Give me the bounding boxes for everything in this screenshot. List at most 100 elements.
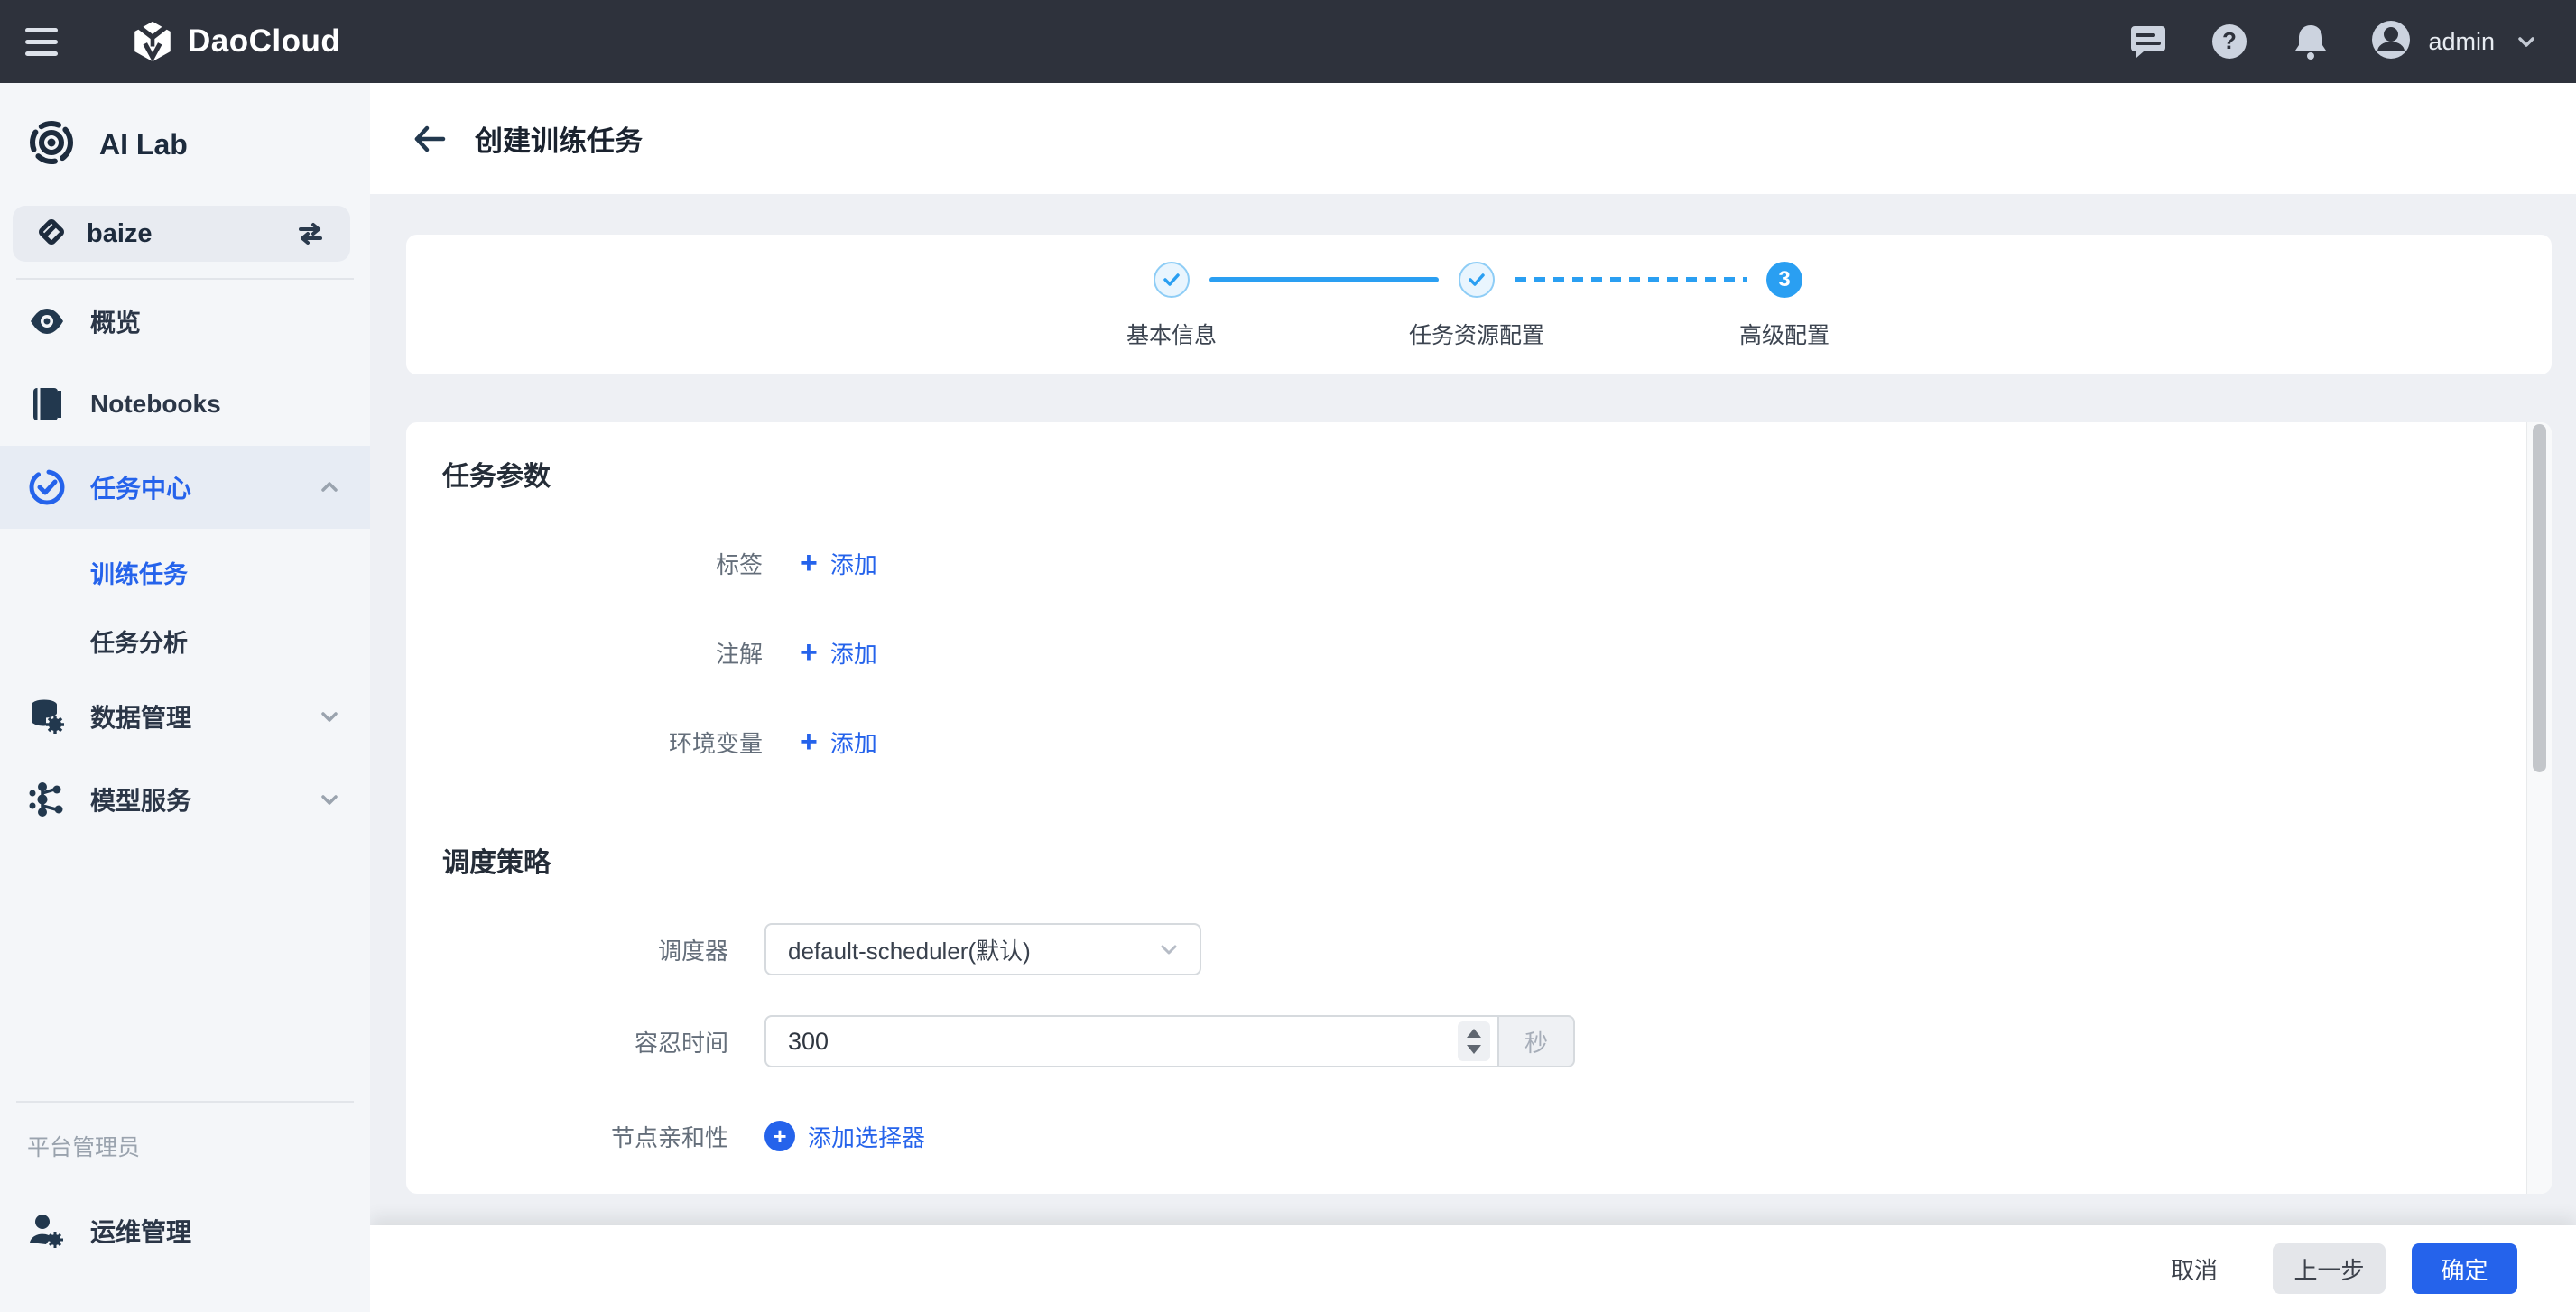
daocloud-logo-icon [132, 21, 173, 62]
user-chevron-down-icon [2515, 30, 2538, 53]
product-name: AI Lab [99, 128, 188, 162]
sidebar-item-label: 模型服务 [90, 781, 191, 818]
eye-icon [27, 303, 67, 339]
step-1-label: 基本信息 [1126, 318, 1217, 350]
content: 3 基本信息 任务资源配置 高级配置 任务参数 标签 + 添加 注解 + 添加 [370, 194, 2576, 1225]
sidebar-bottom: 平台管理员 运维管理 [0, 1101, 370, 1272]
add-link-text: 添加 [830, 725, 877, 759]
add-annotation-button[interactable]: + 添加 [800, 636, 877, 670]
username: admin [2428, 28, 2495, 56]
form-scrollbar-thumb[interactable] [2533, 424, 2546, 772]
sidebar-item-task-center[interactable]: 任务中心 [0, 446, 370, 529]
avatar [2370, 19, 2412, 65]
add-env-var-button[interactable]: + 添加 [800, 725, 877, 759]
task-check-icon [27, 468, 67, 506]
sidebar-subitem-training-jobs[interactable]: 训练任务 [0, 538, 370, 606]
previous-step-button[interactable]: 上一步 [2273, 1243, 2386, 1294]
page-title: 创建训练任务 [475, 118, 643, 159]
scheduler-selected-value: default-scheduler(默认) [788, 933, 1031, 966]
sidebar-item-model-services[interactable]: 模型服务 [0, 758, 370, 841]
brand[interactable]: DaoCloud [132, 21, 340, 62]
form-row-annotations: 注解 + 添加 [442, 625, 2516, 679]
stepper: 3 基本信息 任务资源配置 高级配置 [406, 235, 2552, 374]
sidebar-subitem-job-analysis[interactable]: 任务分析 [0, 606, 370, 675]
sidebar-item-ops-management[interactable]: 运维管理 [0, 1189, 370, 1272]
workspace-name: baize [87, 219, 153, 249]
sidebar-item-overview[interactable]: 概览 [0, 280, 370, 363]
step-2-label: 任务资源配置 [1409, 318, 1544, 350]
chevron-up-icon [316, 474, 343, 501]
footer-actions: 取消 上一步 确定 [370, 1225, 2576, 1312]
toleration-input-group: 秒 [764, 1015, 1575, 1067]
page-header: 创建训练任务 [370, 83, 2576, 194]
topbar: DaoCloud ? [0, 0, 2576, 83]
form-row-node-affinity: 节点亲和性 + 添加选择器 [442, 1111, 2516, 1161]
step-3-label: 高级配置 [1739, 318, 1830, 350]
chevron-down-icon [316, 703, 343, 730]
step-number: 3 [1778, 267, 1790, 292]
chevron-down-icon [316, 786, 343, 813]
circle-plus-icon: + [764, 1121, 795, 1151]
add-label-button[interactable]: + 添加 [800, 547, 877, 580]
role-label: 平台管理员 [0, 1103, 370, 1189]
notebook-icon [27, 386, 67, 422]
plus-icon: + [800, 639, 818, 666]
svg-text:?: ? [2223, 27, 2238, 54]
field-label: 注解 [442, 636, 763, 670]
form-row-labels: 标签 + 添加 [442, 536, 2516, 590]
section-title-scheduling: 调度策略 [442, 845, 2516, 882]
product-header: AI Lab [0, 83, 370, 206]
back-arrow-icon[interactable] [410, 119, 449, 159]
sidebar-item-label: 任务中心 [90, 469, 191, 505]
cancel-button[interactable]: 取消 [2162, 1243, 2227, 1294]
add-link-text: 添加 [830, 547, 877, 580]
step-1-done-icon [1154, 262, 1190, 298]
toleration-input[interactable] [764, 1015, 1499, 1067]
field-label: 节点亲和性 [442, 1120, 728, 1153]
help-icon[interactable]: ? [2210, 22, 2249, 61]
sidebar-item-label: 训练任务 [90, 555, 188, 590]
admin-user-gear-icon [27, 1212, 67, 1250]
ai-lab-icon [27, 118, 76, 171]
step-3-current: 3 [1766, 262, 1802, 298]
scheduler-select[interactable]: default-scheduler(默认) [764, 923, 1201, 975]
sidebar: AI Lab baize 概览 [0, 83, 370, 1312]
brand-name: DaoCloud [188, 23, 340, 60]
step-2-done-icon [1459, 262, 1495, 298]
sidebar-item-data-management[interactable]: 数据管理 [0, 675, 370, 758]
add-selector-button[interactable]: + 添加选择器 [764, 1120, 925, 1153]
feedback-chat-icon[interactable] [2128, 22, 2168, 61]
step-connector-dotted [1515, 277, 1747, 282]
sidebar-item-label: 任务分析 [90, 624, 188, 659]
form-row-scheduler: 调度器 default-scheduler(默认) [442, 923, 2516, 975]
form-row-toleration: 容忍时间 秒 [442, 1015, 2516, 1067]
workspace-selector[interactable]: baize [13, 206, 350, 262]
menu-toggle-icon[interactable] [25, 14, 79, 69]
number-stepper[interactable] [1458, 1021, 1490, 1061]
field-label: 调度器 [442, 933, 728, 966]
sidebar-item-label: Notebooks [90, 390, 221, 419]
form-scrollbar-track[interactable] [2526, 422, 2552, 1194]
add-link-text: 添加 [830, 636, 877, 670]
database-gear-icon [27, 698, 67, 735]
topbar-actions: ? admin [2087, 19, 2538, 65]
step-connector-solid [1209, 277, 1439, 282]
confirm-button[interactable]: 确定 [2412, 1243, 2517, 1294]
sidebar-item-label: 运维管理 [90, 1213, 191, 1249]
sidebar-item-notebooks[interactable]: Notebooks [0, 363, 370, 446]
form-card: 任务参数 标签 + 添加 注解 + 添加 环境变量 + 添加 [406, 422, 2552, 1194]
field-label: 标签 [442, 547, 763, 580]
section-title-task-params: 任务参数 [442, 458, 2516, 496]
stepper-up-icon[interactable] [1467, 1029, 1481, 1038]
notifications-bell-icon[interactable] [2291, 22, 2330, 61]
switch-workspace-icon[interactable] [294, 217, 327, 250]
plus-icon: + [800, 550, 818, 577]
field-label: 容忍时间 [442, 1025, 728, 1058]
model-nodes-icon [27, 781, 67, 818]
add-link-text: 添加选择器 [808, 1120, 925, 1153]
form-row-env-vars: 环境变量 + 添加 [442, 715, 2516, 769]
stepper-down-icon[interactable] [1467, 1045, 1481, 1054]
field-label: 环境变量 [442, 725, 763, 759]
user-menu[interactable]: admin [2370, 19, 2538, 65]
workspace-icon [36, 217, 67, 252]
